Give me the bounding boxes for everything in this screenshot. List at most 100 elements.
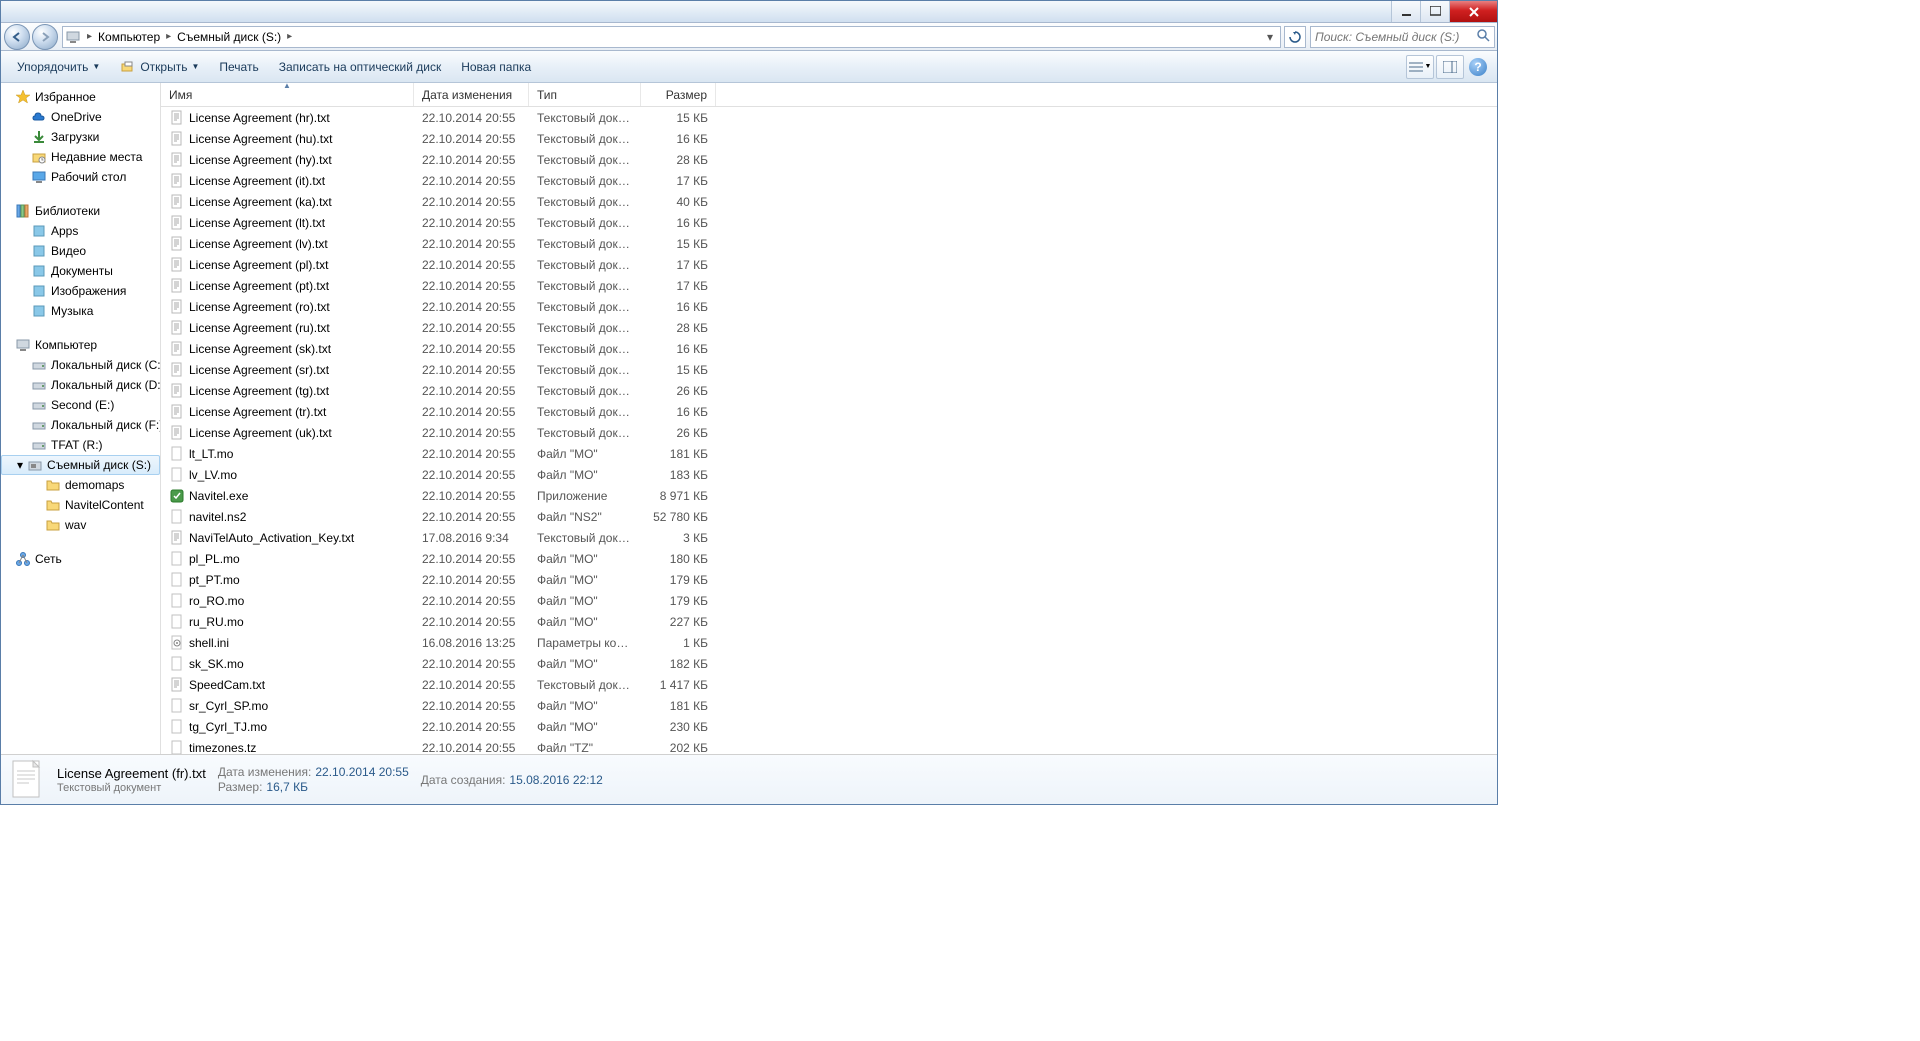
- close-button[interactable]: [1449, 1, 1497, 22]
- file-large-icon: [9, 759, 45, 801]
- sidebar-item[interactable]: Apps: [1, 221, 160, 241]
- breadcrumb-dropdown[interactable]: ▾: [1262, 30, 1278, 44]
- sidebar-item[interactable]: Изображения: [1, 281, 160, 301]
- preview-pane-button[interactable]: [1436, 55, 1464, 79]
- help-button[interactable]: ?: [1469, 58, 1487, 76]
- file-date: 22.10.2014 20:55: [414, 594, 529, 608]
- sidebar-item[interactable]: Недавние места: [1, 147, 160, 167]
- sidebar-item[interactable]: TFAT (R:): [1, 435, 160, 455]
- file-date: 22.10.2014 20:55: [414, 300, 529, 314]
- file-size: 227 КБ: [641, 615, 716, 629]
- sidebar-item[interactable]: Локальный диск (F:): [1, 415, 160, 435]
- file-row[interactable]: lv_LV.mo 22.10.2014 20:55 Файл "MO" 183 …: [161, 464, 1497, 485]
- file-icon: [169, 341, 185, 357]
- column-size[interactable]: Размер: [641, 83, 716, 106]
- sidebar-item[interactable]: Загрузки: [1, 127, 160, 147]
- sidebar-icon: [31, 149, 47, 165]
- file-size: 17 КБ: [641, 258, 716, 272]
- file-row[interactable]: License Agreement (ka).txt 22.10.2014 20…: [161, 191, 1497, 212]
- organize-button[interactable]: Упорядочить▼: [7, 56, 110, 78]
- sidebar-item[interactable]: ▾Съемный диск (S:): [1, 455, 160, 475]
- file-size: 16 КБ: [641, 405, 716, 419]
- open-button[interactable]: Открыть▼: [110, 55, 209, 79]
- maximize-button[interactable]: [1420, 1, 1449, 22]
- file-row[interactable]: License Agreement (sr).txt 22.10.2014 20…: [161, 359, 1497, 380]
- sidebar-item[interactable]: Рабочий стол: [1, 167, 160, 187]
- burn-button[interactable]: Записать на оптический диск: [269, 56, 452, 78]
- file-date: 22.10.2014 20:55: [414, 363, 529, 377]
- file-row[interactable]: License Agreement (pt).txt 22.10.2014 20…: [161, 275, 1497, 296]
- sidebar-item[interactable]: demomaps: [1, 475, 160, 495]
- file-row[interactable]: SpeedCam.txt 22.10.2014 20:55 Текстовый …: [161, 674, 1497, 695]
- file-row[interactable]: License Agreement (lt).txt 22.10.2014 20…: [161, 212, 1497, 233]
- sidebar-item[interactable]: Музыка: [1, 301, 160, 321]
- sidebar-item[interactable]: Second (E:): [1, 395, 160, 415]
- sidebar-label: wav: [65, 518, 86, 532]
- file-row[interactable]: License Agreement (tr).txt 22.10.2014 20…: [161, 401, 1497, 422]
- file-row[interactable]: pl_PL.mo 22.10.2014 20:55 Файл "MO" 180 …: [161, 548, 1497, 569]
- search-icon[interactable]: [1476, 28, 1490, 45]
- column-name[interactable]: Имя ▲: [161, 83, 414, 106]
- file-row[interactable]: shell.ini 16.08.2016 13:25 Параметры кон…: [161, 632, 1497, 653]
- forward-button[interactable]: [32, 24, 58, 50]
- breadcrumb[interactable]: ▸ Компьютер ▸ Съемный диск (S:) ▸ ▾: [62, 26, 1281, 48]
- sidebar-item[interactable]: Видео: [1, 241, 160, 261]
- file-row[interactable]: NaviTelAuto_Activation_Key.txt 17.08.201…: [161, 527, 1497, 548]
- sidebar-libraries-header[interactable]: Библиотеки: [1, 201, 160, 221]
- file-icon: [169, 698, 185, 714]
- file-icon: [169, 425, 185, 441]
- view-mode-button[interactable]: ▼: [1406, 55, 1434, 79]
- breadcrumb-segment[interactable]: Компьютер: [96, 30, 162, 44]
- file-row[interactable]: License Agreement (uk).txt 22.10.2014 20…: [161, 422, 1497, 443]
- sidebar-item[interactable]: Локальный диск (D:): [1, 375, 160, 395]
- sidebar-network-header[interactable]: Сеть: [1, 549, 160, 569]
- file-icon: [169, 677, 185, 693]
- file-row[interactable]: timezones.tz 22.10.2014 20:55 Файл "TZ" …: [161, 737, 1497, 754]
- file-row[interactable]: License Agreement (lv).txt 22.10.2014 20…: [161, 233, 1497, 254]
- column-date[interactable]: Дата изменения: [414, 83, 529, 106]
- file-row[interactable]: ru_RU.mo 22.10.2014 20:55 Файл "MO" 227 …: [161, 611, 1497, 632]
- sidebar-favorites-header[interactable]: Избранное: [1, 87, 160, 107]
- file-row[interactable]: License Agreement (hu).txt 22.10.2014 20…: [161, 128, 1497, 149]
- file-row[interactable]: sr_Cyrl_SP.mo 22.10.2014 20:55 Файл "MO"…: [161, 695, 1497, 716]
- minimize-button[interactable]: [1391, 1, 1420, 22]
- file-row[interactable]: License Agreement (hr).txt 22.10.2014 20…: [161, 107, 1497, 128]
- file-row[interactable]: License Agreement (ro).txt 22.10.2014 20…: [161, 296, 1497, 317]
- breadcrumb-segment[interactable]: Съемный диск (S:): [175, 30, 283, 44]
- file-row[interactable]: License Agreement (it).txt 22.10.2014 20…: [161, 170, 1497, 191]
- column-type[interactable]: Тип: [529, 83, 641, 106]
- file-row[interactable]: navitel.ns2 22.10.2014 20:55 Файл "NS2" …: [161, 506, 1497, 527]
- file-row[interactable]: pt_PT.mo 22.10.2014 20:55 Файл "MO" 179 …: [161, 569, 1497, 590]
- print-button[interactable]: Печать: [209, 56, 268, 78]
- search-box[interactable]: [1310, 26, 1495, 48]
- sidebar-item[interactable]: wav: [1, 515, 160, 535]
- file-row[interactable]: License Agreement (tg).txt 22.10.2014 20…: [161, 380, 1497, 401]
- file-row[interactable]: License Agreement (hy).txt 22.10.2014 20…: [161, 149, 1497, 170]
- file-row[interactable]: sk_SK.mo 22.10.2014 20:55 Файл "MO" 182 …: [161, 653, 1497, 674]
- file-row[interactable]: ro_RO.mo 22.10.2014 20:55 Файл "MO" 179 …: [161, 590, 1497, 611]
- file-row[interactable]: License Agreement (pl).txt 22.10.2014 20…: [161, 254, 1497, 275]
- file-row[interactable]: tg_Cyrl_TJ.mo 22.10.2014 20:55 Файл "MO"…: [161, 716, 1497, 737]
- file-row[interactable]: License Agreement (sk).txt 22.10.2014 20…: [161, 338, 1497, 359]
- file-list[interactable]: License Agreement (hr).txt 22.10.2014 20…: [161, 107, 1497, 754]
- sidebar-icon: [31, 303, 47, 319]
- file-row[interactable]: Navitel.exe 22.10.2014 20:55 Приложение …: [161, 485, 1497, 506]
- sidebar-item[interactable]: Документы: [1, 261, 160, 281]
- refresh-button[interactable]: [1284, 26, 1306, 48]
- sidebar-computer-header[interactable]: Компьютер: [1, 335, 160, 355]
- sidebar-item[interactable]: Локальный диск (C:): [1, 355, 160, 375]
- search-input[interactable]: [1315, 30, 1476, 44]
- file-size: 40 КБ: [641, 195, 716, 209]
- file-type: Приложение: [529, 489, 641, 503]
- sidebar-item[interactable]: NavitelContent: [1, 495, 160, 515]
- expand-icon[interactable]: ▾: [17, 458, 23, 472]
- file-name: License Agreement (tr).txt: [189, 405, 326, 419]
- back-button[interactable]: [4, 24, 30, 50]
- file-name: License Agreement (sk).txt: [189, 342, 331, 356]
- sidebar[interactable]: Избранное OneDriveЗагрузкиНедавние места…: [1, 83, 161, 754]
- file-row[interactable]: lt_LT.mo 22.10.2014 20:55 Файл "MO" 181 …: [161, 443, 1497, 464]
- file-row[interactable]: License Agreement (ru).txt 22.10.2014 20…: [161, 317, 1497, 338]
- sidebar-item[interactable]: OneDrive: [1, 107, 160, 127]
- file-date: 22.10.2014 20:55: [414, 447, 529, 461]
- new-folder-button[interactable]: Новая папка: [451, 56, 541, 78]
